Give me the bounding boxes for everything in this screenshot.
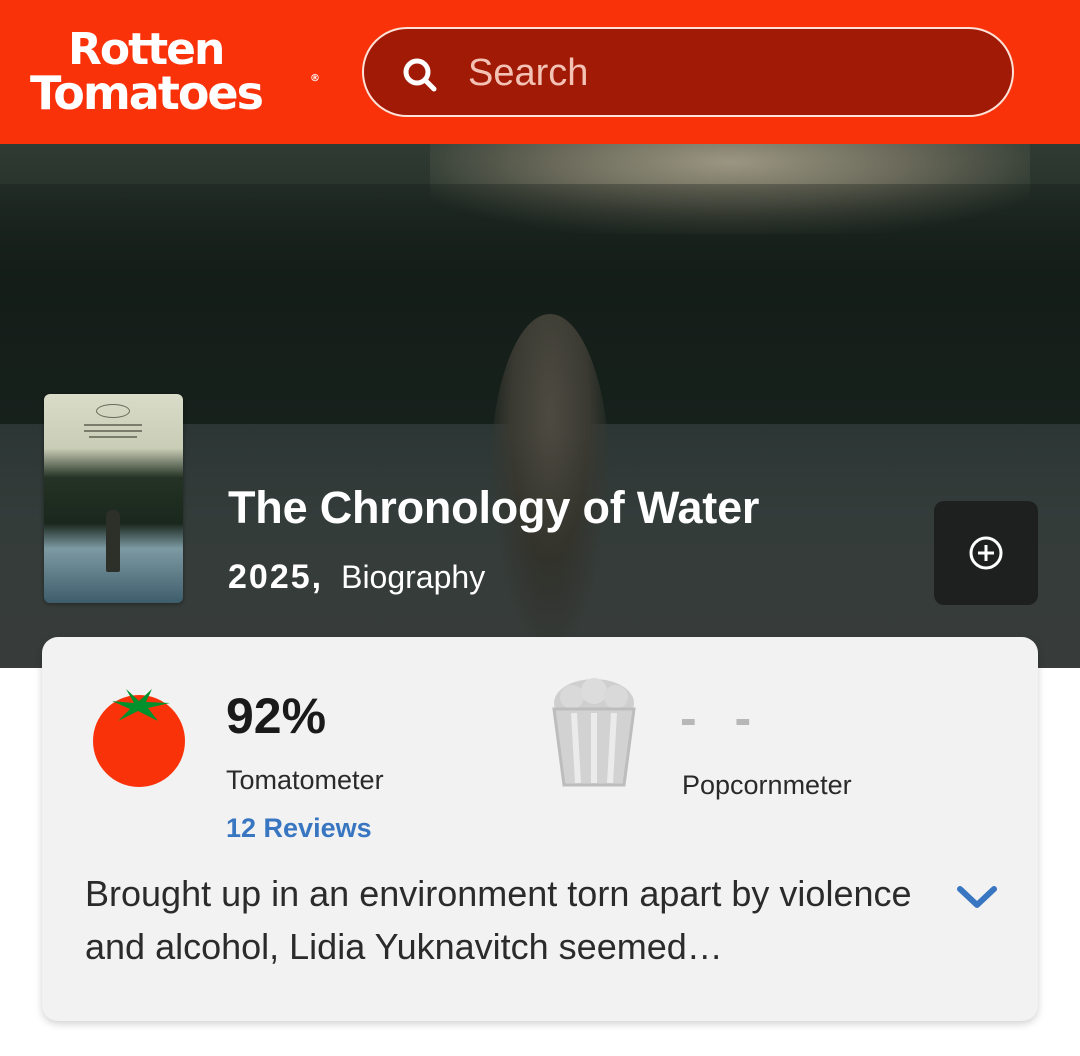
- rotten-tomatoes-logo[interactable]: Rotten Tomatoes ®: [28, 26, 328, 118]
- logo-registered-mark: ®: [310, 73, 320, 84]
- tomatometer-label: Tomatometer: [226, 765, 384, 795]
- search-bar[interactable]: [362, 27, 1014, 117]
- movie-year: 2025,: [228, 558, 324, 596]
- score-card: 92% Tomatometer 12 Reviews - - Popcornme…: [42, 637, 1038, 1021]
- search-input[interactable]: [468, 45, 968, 101]
- tomato-icon: [93, 689, 185, 787]
- poster-text-line: [84, 430, 142, 432]
- popcornmeter-score: - -: [680, 690, 764, 746]
- movie-meta: 2025, Biography: [228, 558, 485, 597]
- hero-backdrop: The Chronology of Water 2025, Biography: [0, 144, 1080, 668]
- tomatometer-score: 92%: [226, 688, 327, 744]
- search-icon[interactable]: [400, 55, 440, 95]
- synopsis-text: Brought up in an environment torn apart …: [85, 873, 912, 967]
- plus-circle-icon: [969, 536, 1003, 570]
- logo-line-2: Tomatoes: [30, 66, 264, 120]
- poster-figure: [106, 510, 120, 572]
- popcorn-bucket-icon: [552, 678, 636, 787]
- add-to-watchlist-button[interactable]: [934, 501, 1038, 605]
- popcornmeter-label: Popcornmeter: [682, 770, 852, 800]
- movie-title: The Chronology of Water: [228, 482, 760, 533]
- movie-genre: Biography: [341, 559, 486, 595]
- poster-text-line: [84, 424, 142, 426]
- site-header: Rotten Tomatoes ®: [0, 0, 1080, 144]
- chevron-down-icon[interactable]: [952, 877, 1002, 917]
- poster-festival-mark: [96, 404, 130, 418]
- movie-poster[interactable]: [44, 394, 183, 603]
- poster-text-line: [89, 436, 137, 438]
- reviews-count-link[interactable]: 12 Reviews: [226, 813, 372, 844]
